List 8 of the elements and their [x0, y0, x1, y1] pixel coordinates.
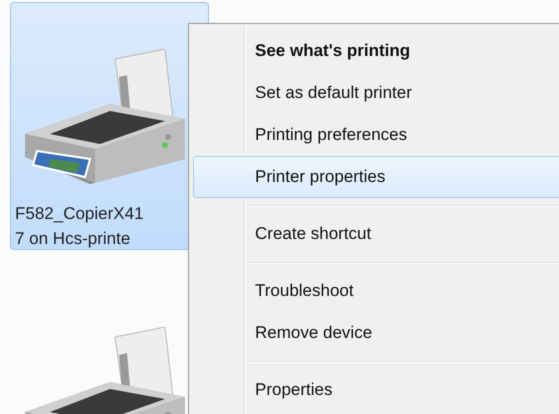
printer-tile[interactable]: F582_CopierX41 7 on Hcs-printe — [10, 2, 209, 250]
menu-item[interactable]: Printer properties — [193, 156, 559, 198]
printer-icon — [24, 49, 186, 185]
printer-label: F582_CopierX41 — [15, 203, 145, 225]
menu-item[interactable]: Properties — [193, 369, 559, 411]
menu-item[interactable]: Troubleshoot — [193, 270, 559, 312]
printer-label: 7 on Hcs-printe — [15, 228, 132, 250]
menu-item[interactable]: Remove device — [193, 312, 559, 354]
